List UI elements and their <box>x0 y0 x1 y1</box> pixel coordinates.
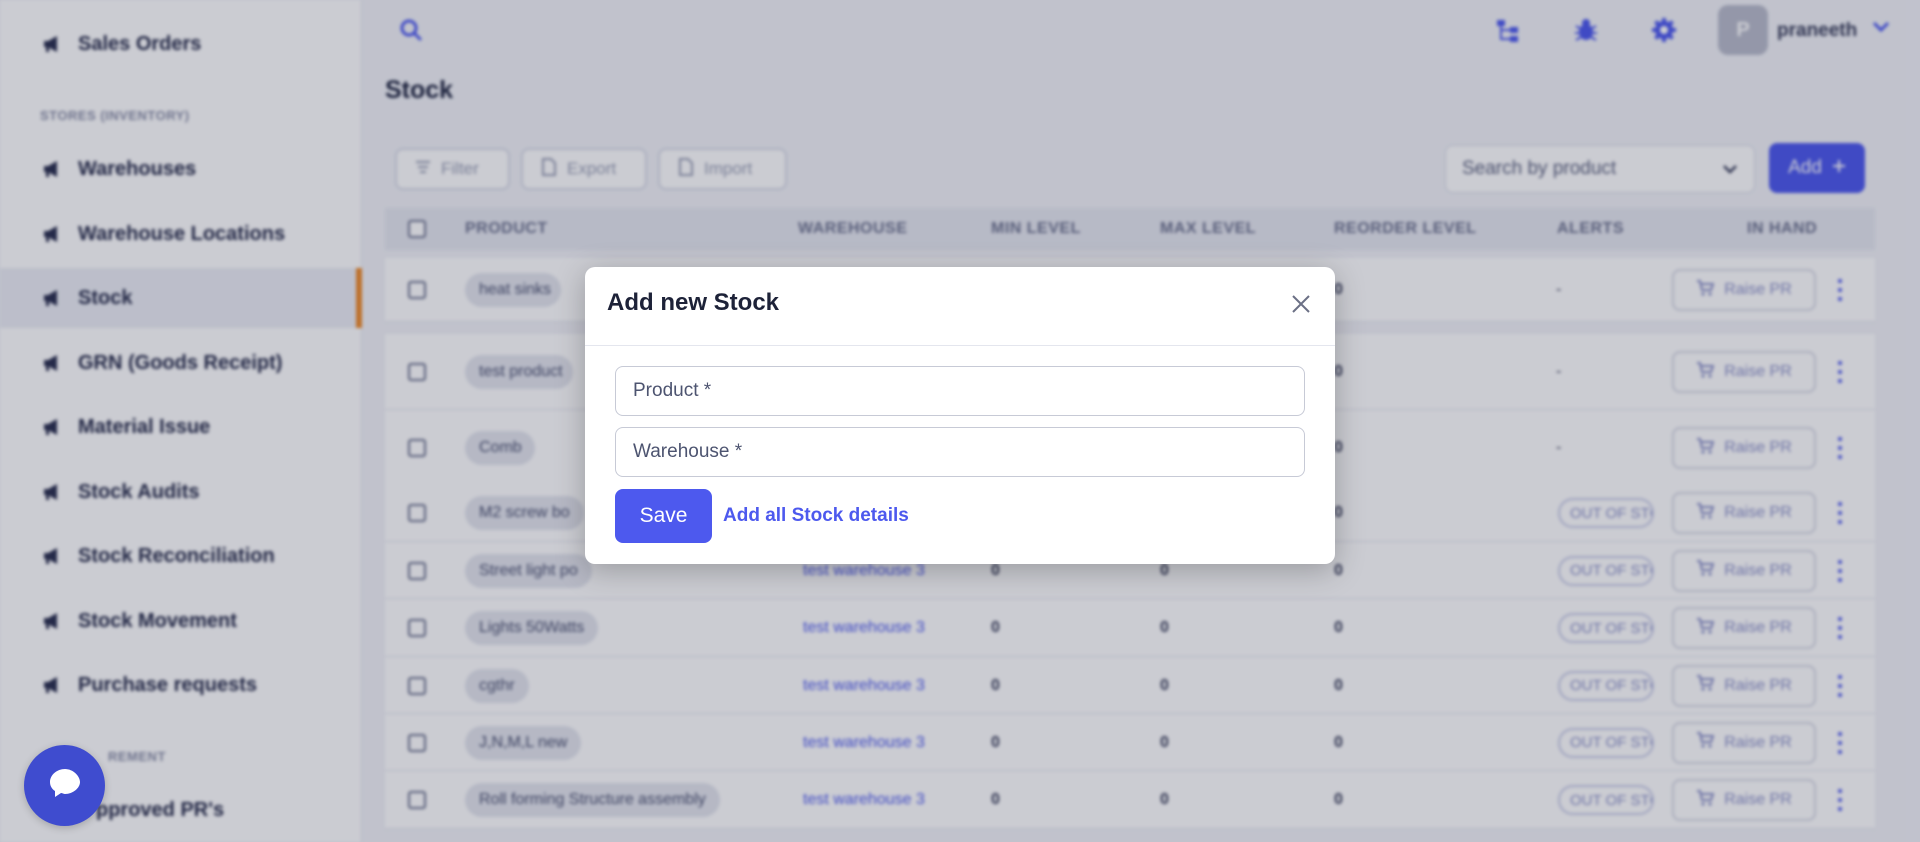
add-all-stock-details-link[interactable]: Add all Stock details <box>723 505 909 527</box>
close-icon[interactable] <box>1288 291 1314 317</box>
save-button[interactable]: Save <box>615 489 712 543</box>
warehouse-field[interactable]: Warehouse * <box>615 427 1305 477</box>
modal-header: Add new Stock <box>585 267 1335 346</box>
product-field[interactable]: Product * <box>615 366 1305 416</box>
chat-button[interactable] <box>24 745 105 826</box>
chat-bubble-icon <box>48 767 82 804</box>
warehouse-field-placeholder: Warehouse * <box>633 441 743 462</box>
product-field-placeholder: Product * <box>633 380 712 401</box>
add-stock-modal: Add new Stock Product * Warehouse * Save… <box>585 267 1335 564</box>
modal-title: Add new Stock <box>607 289 780 316</box>
